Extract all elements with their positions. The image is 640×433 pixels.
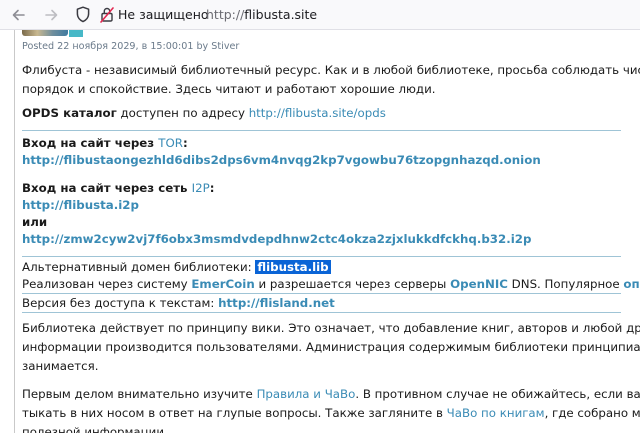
i2p-prefix: Вход на сайт через сеть <box>22 181 192 195</box>
alt-domain-prefix: Альтернативный домен библиотеки: <box>22 260 256 274</box>
alt-domain-details: Реализован через систему EmerCoin и разр… <box>22 276 640 292</box>
emercoin-link[interactable]: EmerCoin <box>191 277 254 291</box>
wiki-line-2: информации производится пользователями. … <box>22 340 640 354</box>
i2p-address-link-1[interactable]: http://flibusta.i2p <box>22 197 139 213</box>
rules-line-3: полезной информации. <box>22 425 168 433</box>
books-faq-link[interactable]: ЧаВо по книгам <box>447 406 545 420</box>
rules-line-1: Первым делом внимательно изучите Правила… <box>22 386 640 402</box>
rules-text-1: Первым делом внимательно изучите <box>22 387 257 401</box>
post-date: Posted 22 ноября 2029, в 15:00:01 by <box>22 41 212 52</box>
tor-address-link[interactable]: http://flibustaongezhld6dibs2dps6vm4nvqg… <box>22 152 541 168</box>
divider <box>22 293 621 294</box>
wiki-line-1: Библиотека действует по принципу вики. Э… <box>22 321 640 335</box>
opennic-link[interactable]: OpenNIC <box>450 277 508 291</box>
no-text-version-line: Версия без доступа к текстам: http://fli… <box>22 295 335 311</box>
divider <box>22 256 621 257</box>
opds-paragraph: OPDS каталог доступен по адресу http://f… <box>22 105 386 121</box>
opds-label: OPDS каталог <box>22 106 117 120</box>
shield-icon <box>76 6 90 23</box>
tor-suffix: : <box>182 136 188 150</box>
avatar-accent <box>69 30 83 37</box>
browser-toolbar: Не защищено http://flibusta.site <box>0 0 640 30</box>
arrow-left-icon <box>12 9 25 21</box>
tor-link[interactable]: TOR <box>158 136 183 150</box>
description-link[interactable]: описание <box>623 277 640 291</box>
i2p-heading: Вход на сайт через сеть I2P: <box>22 180 214 196</box>
wiki-line-3: занимается. <box>22 359 99 373</box>
url-host: flibusta.site <box>244 7 318 22</box>
arrow-right-icon <box>45 9 58 21</box>
site-info-button[interactable] <box>100 6 114 23</box>
rules-text-3: тыкать в них носом в ответ на глупые воп… <box>22 406 447 420</box>
divider <box>22 312 621 313</box>
insecure-lock-icon <box>100 7 114 23</box>
page-content: Posted 22 ноября 2029, в 15:00:01 by Sti… <box>14 30 640 433</box>
avatar <box>22 30 68 36</box>
alt-domain-line: Альтернативный домен библиотеки: flibust… <box>22 259 331 275</box>
i2p-suffix: : <box>209 181 215 195</box>
address-bar[interactable]: http://flibusta.site <box>206 7 317 22</box>
tor-prefix: Вход на сайт через <box>22 136 159 150</box>
tracking-protection-button[interactable] <box>76 6 90 23</box>
i2p-address-link-2[interactable]: http://zmw2cyw2vj7f6obx3msmdvdepdhnw2ctc… <box>22 231 531 247</box>
post-meta: Posted 22 ноября 2029, в 15:00:01 by Sti… <box>22 39 239 55</box>
opds-text: доступен по адресу <box>116 106 249 120</box>
back-button[interactable] <box>8 5 30 25</box>
rules-line-2: тыкать в них носом в ответ на глупые воп… <box>22 405 640 421</box>
alt-text-2: и разрешается через серверы <box>254 277 451 291</box>
insecure-connection-label[interactable]: Не защищено <box>118 7 209 22</box>
rules-text-2: . В противном случае не обижайтесь, если… <box>355 387 640 401</box>
rules-text-4: , где собрано много <box>544 406 640 420</box>
no-text-prefix: Версия без доступа к текстам: <box>22 296 219 310</box>
url-protocol: http:// <box>206 7 245 22</box>
alt-text-3: DNS. Популярное <box>507 277 624 291</box>
alt-text-1: Реализован через систему <box>22 277 192 291</box>
forward-button[interactable] <box>40 5 62 25</box>
post-author[interactable]: Stiver <box>211 41 239 52</box>
intro-line-1: Флибуста - независимый библиотечный ресу… <box>22 63 640 77</box>
i2p-link[interactable]: I2P <box>192 181 210 195</box>
intro-line-2: порядок и спокойствие. Здесь читают и ра… <box>22 82 436 96</box>
divider <box>22 130 621 131</box>
flisland-link[interactable]: http://flisland.net <box>218 296 335 310</box>
opds-link[interactable]: http://flibusta.site/opds <box>249 106 386 120</box>
rules-faq-link[interactable]: Правила и ЧаВо <box>257 387 356 401</box>
alt-domain-link[interactable]: flibusta.lib <box>255 260 331 274</box>
i2p-or-label: или <box>22 215 48 229</box>
tor-heading: Вход на сайт через TOR: <box>22 135 188 151</box>
